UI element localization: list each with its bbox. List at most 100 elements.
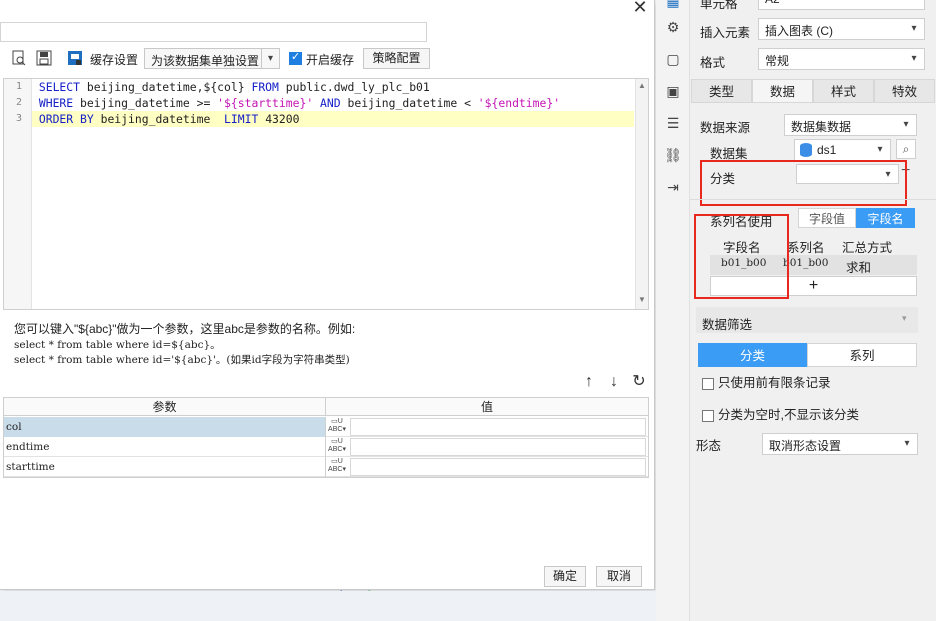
sql-line-3: ORDER BY beijing_datetime LIMIT 43200 — [32, 111, 300, 127]
type-text-icon[interactable]: ▭U ABC▾ — [326, 458, 348, 476]
param-column-header: 参数 — [4, 398, 326, 416]
preview-icon[interactable] — [11, 50, 27, 66]
collapse-icon: ▾ — [902, 313, 907, 323]
dataset-value: ds1 — [817, 143, 837, 157]
chevron-down-icon: ▾ — [904, 438, 910, 449]
hide-empty-category-option[interactable]: 分类为空时,不显示该分类 — [702, 404, 859, 423]
cell-properties-icon[interactable]: ▦ — [664, 0, 682, 10]
hide-empty-category-checkbox[interactable] — [702, 409, 714, 422]
sql-text: public.dwd_ly_plc_b01 — [278, 80, 430, 94]
tab-effects[interactable]: 特效 — [874, 79, 935, 103]
sql-text: 43200 — [258, 112, 300, 126]
move-down-icon[interactable]: ↓ — [606, 374, 622, 390]
param-value-input[interactable] — [350, 458, 646, 476]
data-filter-header[interactable]: 数据筛选 ▾ — [696, 307, 918, 333]
cache-icon[interactable] — [67, 50, 83, 66]
filter-series-tab[interactable]: 系列 — [807, 343, 917, 367]
filter-category-tab[interactable]: 分类 — [698, 343, 807, 367]
search-icon[interactable]: ⌕ — [896, 139, 916, 159]
parameter-hint-example: select * from table where id=${abc}。 — [14, 339, 221, 351]
sql-keyword: WHERE — [38, 96, 74, 110]
type-text-icon[interactable]: ▭U ABC▾ — [326, 418, 348, 436]
link-icon[interactable]: ⛓ — [664, 146, 682, 164]
sql-line-1: SELECT beijing_datetime,${col} FROM publ… — [32, 79, 430, 95]
sql-text: beijing_datetime >= — [73, 96, 218, 110]
table-row[interactable]: col ▭U ABC▾ — [4, 417, 648, 437]
ok-button[interactable]: 确定 — [544, 566, 586, 587]
highlight-box — [694, 214, 789, 299]
sql-keyword: SELECT — [38, 80, 81, 94]
dataset-query-dialog: ✕ 缓存设置 为该数据集单独设置 ▾ 开启缓存 策略配置 1 2 3 SELEC… — [0, 0, 655, 590]
table-row[interactable]: endtime ▭U ABC▾ — [4, 437, 648, 457]
import-icon[interactable]: ⇥ — [664, 178, 682, 196]
form-value: 取消形态设置 — [769, 439, 842, 453]
param-name: col — [4, 417, 326, 437]
border-icon[interactable]: ▢ — [664, 50, 682, 68]
chevron-down-icon: ▾ — [911, 23, 917, 34]
only-top-records-checkbox[interactable] — [702, 377, 714, 390]
line-number-gutter: 1 2 3 — [4, 79, 32, 309]
close-icon[interactable]: ✕ — [630, 0, 650, 18]
chevron-down-icon: ▾ — [261, 49, 279, 68]
property-icon-bar: ▦ ⚙ ▢ ▣ ☰ ⛓ ⇥ — [656, 0, 690, 621]
table-row[interactable]: starttime ▭U ABC▾ — [4, 457, 648, 477]
report-canvas-strip — [0, 591, 656, 621]
series-field-name-toggle[interactable]: 字段名 — [856, 208, 915, 228]
save-sql-icon[interactable] — [36, 50, 52, 66]
datasource-value: 数据集数据 — [791, 120, 852, 134]
tab-style[interactable]: 样式 — [813, 79, 874, 103]
scroll-down-icon[interactable]: ▼ — [638, 295, 646, 304]
format-select[interactable]: 常规 ▾ — [758, 48, 925, 70]
tab-data[interactable]: 数据 — [752, 79, 813, 103]
query-toolbar: 缓存设置 为该数据集单独设置 ▾ 开启缓存 策略配置 — [0, 46, 650, 72]
type-text-icon[interactable]: ▭U ABC▾ — [326, 438, 348, 456]
sql-text: beijing_datetime < — [340, 96, 478, 110]
strategy-config-button[interactable]: 策略配置 — [363, 48, 430, 69]
refresh-icon[interactable]: ↻ — [631, 374, 647, 390]
scroll-up-icon[interactable]: ▲ — [638, 81, 646, 90]
parameter-hint-example: select * from table where id='${abc}'。(如… — [14, 354, 350, 366]
insert-element-label: 插入元素 — [700, 26, 751, 40]
series-field-value-toggle[interactable]: 字段值 — [798, 208, 856, 228]
editor-scrollbar[interactable]: ▲ ▼ — [635, 79, 648, 309]
only-top-records-label: 只使用前有限条记录 — [718, 376, 831, 390]
line-number: 1 — [15, 81, 22, 92]
cache-mode-select[interactable]: 为该数据集单独设置 ▾ — [144, 48, 280, 69]
parameter-table: 参数 值 col ▭U ABC▾ endtime ▭U ABC▾ starttime… — [3, 397, 649, 478]
series-name-header: 系列名 — [787, 241, 825, 255]
line-number: 2 — [15, 97, 22, 108]
param-value-input[interactable] — [350, 418, 646, 436]
query-name-field[interactable] — [0, 22, 427, 42]
sql-line-2: WHERE beijing_datetime >= '${starttime}'… — [32, 95, 560, 111]
insert-element-value: 插入图表 (C) — [765, 24, 833, 38]
widget-settings-icon[interactable]: ⚙ — [664, 18, 682, 36]
cancel-button[interactable]: 取消 — [596, 566, 642, 587]
cache-mode-value: 为该数据集单独设置 — [151, 54, 260, 68]
hide-empty-category-label: 分类为空时,不显示该分类 — [718, 408, 859, 422]
dataset-select[interactable]: ds1 ▾ — [794, 139, 891, 161]
insert-element-select[interactable]: 插入图表 (C) ▾ — [758, 18, 925, 40]
sql-keyword: AND — [320, 96, 341, 110]
form-select[interactable]: 取消形态设置 ▾ — [762, 433, 918, 455]
param-value-input[interactable] — [350, 438, 646, 456]
sql-editor[interactable]: 1 2 3 SELECT beijing_datetime,${col} FRO… — [3, 78, 649, 310]
datasource-label: 数据来源 — [700, 121, 751, 135]
datasource-select[interactable]: 数据集数据 ▾ — [784, 114, 917, 136]
enable-cache-checkbox[interactable] — [289, 50, 302, 65]
summary-method-cell: 求和 — [846, 261, 872, 275]
chevron-down-icon: ▾ — [903, 119, 909, 130]
format-label: 格式 — [700, 56, 726, 70]
cache-settings-label: 缓存设置 — [90, 53, 139, 67]
param-name: starttime — [4, 457, 326, 477]
enable-cache-label: 开启缓存 — [306, 53, 355, 67]
divider — [690, 199, 936, 200]
cell-field[interactable]: A2 — [758, 0, 925, 10]
tab-type[interactable]: 类型 — [691, 79, 752, 103]
only-top-records-option[interactable]: 只使用前有限条记录 — [702, 372, 831, 391]
database-icon — [800, 143, 812, 157]
data-column-icon[interactable]: ☰ — [664, 114, 682, 132]
data-filter-label: 数据筛选 — [702, 318, 753, 332]
sql-text: beijing_datetime,${col} — [80, 80, 252, 94]
move-up-icon[interactable]: ↑ — [581, 374, 597, 390]
image-icon[interactable]: ▣ — [664, 82, 682, 100]
